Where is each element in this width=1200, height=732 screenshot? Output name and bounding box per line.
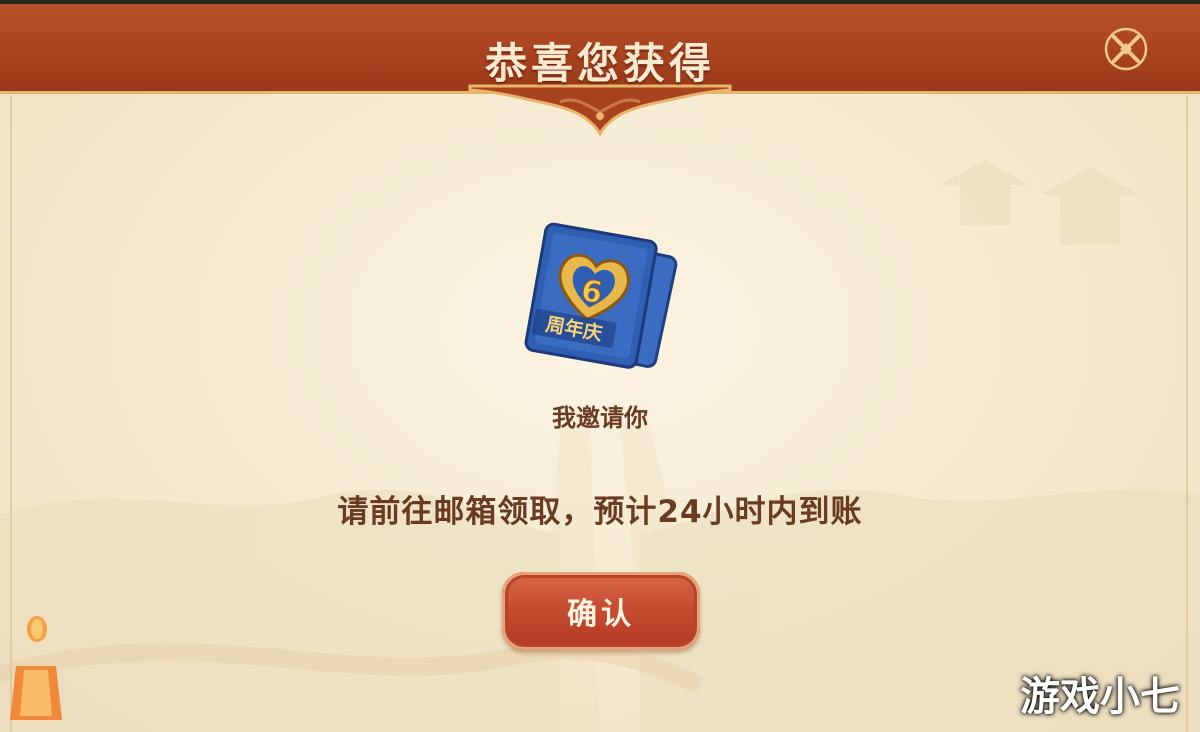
watermark-text: 游戏小七 (1020, 674, 1180, 720)
close-button[interactable] (1103, 26, 1149, 72)
header-top-edge (0, 0, 1200, 4)
anniversary-card-icon: 6 周年庆 (524, 222, 678, 369)
confirm-button-label: 确认 (567, 597, 635, 632)
claim-notice: 请前往邮箱领取，预计24小时内到账 (337, 494, 863, 530)
dialog-title: 恭喜您获得 (484, 39, 715, 88)
reward-dialog: 恭喜您获得 6 周年庆 我邀请你 请前往邮箱领取，预计24小时内到账 确认 游戏… (0, 0, 1200, 732)
large-lantern-icon (10, 666, 62, 720)
confirm-button[interactable]: 确认 (502, 572, 700, 650)
close-x-icon (1104, 27, 1148, 71)
reward-name: 我邀请你 (552, 404, 648, 432)
lantern-icon (27, 616, 47, 642)
